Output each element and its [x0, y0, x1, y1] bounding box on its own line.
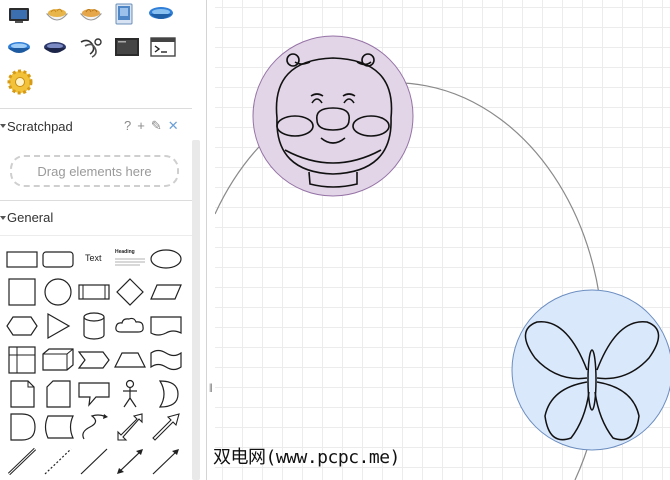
noodle-bowl-icon[interactable] [44, 4, 70, 26]
gear-icon[interactable] [6, 68, 34, 96]
process-shape[interactable] [76, 277, 112, 307]
ladybug-face-shape[interactable] [252, 35, 414, 197]
general-title: General [7, 210, 54, 225]
scratchpad-drop-area[interactable]: Drag elements here [10, 155, 179, 187]
line-shape[interactable] [4, 446, 40, 476]
square-shape[interactable] [4, 277, 40, 307]
data-storage-shape[interactable] [40, 412, 76, 442]
diamond-shape[interactable] [112, 277, 148, 307]
blue-bowl-icon[interactable] [148, 4, 174, 26]
terminal-icon[interactable] [114, 36, 140, 58]
callout-shape[interactable] [76, 379, 112, 409]
chain-link-icon[interactable] [78, 36, 104, 58]
note-shape[interactable] [4, 379, 40, 409]
scratchpad-drop-hint: Drag elements here [37, 164, 152, 179]
general-header[interactable]: General [0, 200, 192, 236]
circle-shape[interactable] [40, 277, 76, 307]
tablet-icon[interactable] [112, 2, 138, 25]
curve-shape[interactable] [76, 412, 112, 442]
dark-bowl-icon[interactable] [42, 38, 68, 60]
collapse-arrow-icon[interactable] [0, 124, 6, 128]
tape-shape[interactable] [148, 345, 184, 375]
close-icon[interactable]: ✕ [168, 118, 179, 134]
diagram-canvas[interactable] [215, 0, 670, 480]
table-shape[interactable] [4, 345, 40, 375]
cube-shape[interactable] [40, 345, 76, 375]
double-arrow-shape[interactable] [112, 412, 148, 442]
heading-shape-label: Heading [115, 249, 135, 255]
rounded-rectangle-shape[interactable] [40, 244, 76, 274]
scratchpad-actions: ? + ✎ ✕ [124, 118, 179, 134]
straight-line-shape[interactable] [76, 446, 112, 476]
delay-shape[interactable] [4, 412, 40, 442]
directional-connector-shape[interactable] [148, 446, 184, 476]
add-icon[interactable]: + [137, 118, 145, 134]
sidebar-scrollbar[interactable] [192, 140, 200, 480]
cylinder-shape[interactable] [76, 311, 112, 341]
console-window-icon[interactable] [150, 36, 176, 58]
parallelogram-shape[interactable] [148, 277, 184, 307]
cloud-shape[interactable] [112, 311, 148, 341]
sidebar: Scratchpad ? + ✎ ✕ Drag elements here Ge… [0, 0, 207, 480]
blue-bowl-2-icon[interactable] [6, 38, 32, 60]
noodle-bowl-2-icon[interactable] [78, 4, 104, 26]
hexagon-shape[interactable] [4, 311, 40, 341]
or-shape[interactable] [148, 379, 184, 409]
trapezoid-shape[interactable] [112, 345, 148, 375]
splitter-grip-icon[interactable]: || [209, 382, 213, 392]
collapse-arrow-icon[interactable] [0, 216, 6, 220]
step-shape[interactable] [76, 345, 112, 375]
dashed-line-shape[interactable] [40, 446, 76, 476]
arrow-shape[interactable] [148, 412, 184, 442]
watermark-text: 双电网(www.pcpc.me) [213, 447, 400, 468]
heading-shape[interactable]: Heading [112, 244, 148, 274]
bidirectional-connector-shape[interactable] [112, 446, 148, 476]
triangle-shape[interactable] [40, 311, 76, 341]
diagram-drawing [215, 35, 670, 480]
text-shape[interactable]: Text [76, 244, 112, 274]
monitor-icon[interactable] [6, 4, 32, 26]
rectangle-shape[interactable] [4, 244, 40, 274]
panel-splitter[interactable] [207, 0, 215, 480]
card-shape[interactable] [40, 379, 76, 409]
text-shape-label: Text [85, 253, 102, 263]
help-icon[interactable]: ? [124, 118, 131, 134]
scratchpad-header[interactable]: Scratchpad ? + ✎ ✕ [0, 108, 192, 140]
actor-shape[interactable] [112, 379, 148, 409]
scratchpad-title: Scratchpad [7, 119, 73, 134]
butterfly-shape[interactable] [511, 289, 670, 451]
edit-icon[interactable]: ✎ [151, 118, 162, 134]
document-shape[interactable] [148, 311, 184, 341]
ellipse-shape[interactable] [148, 244, 184, 274]
